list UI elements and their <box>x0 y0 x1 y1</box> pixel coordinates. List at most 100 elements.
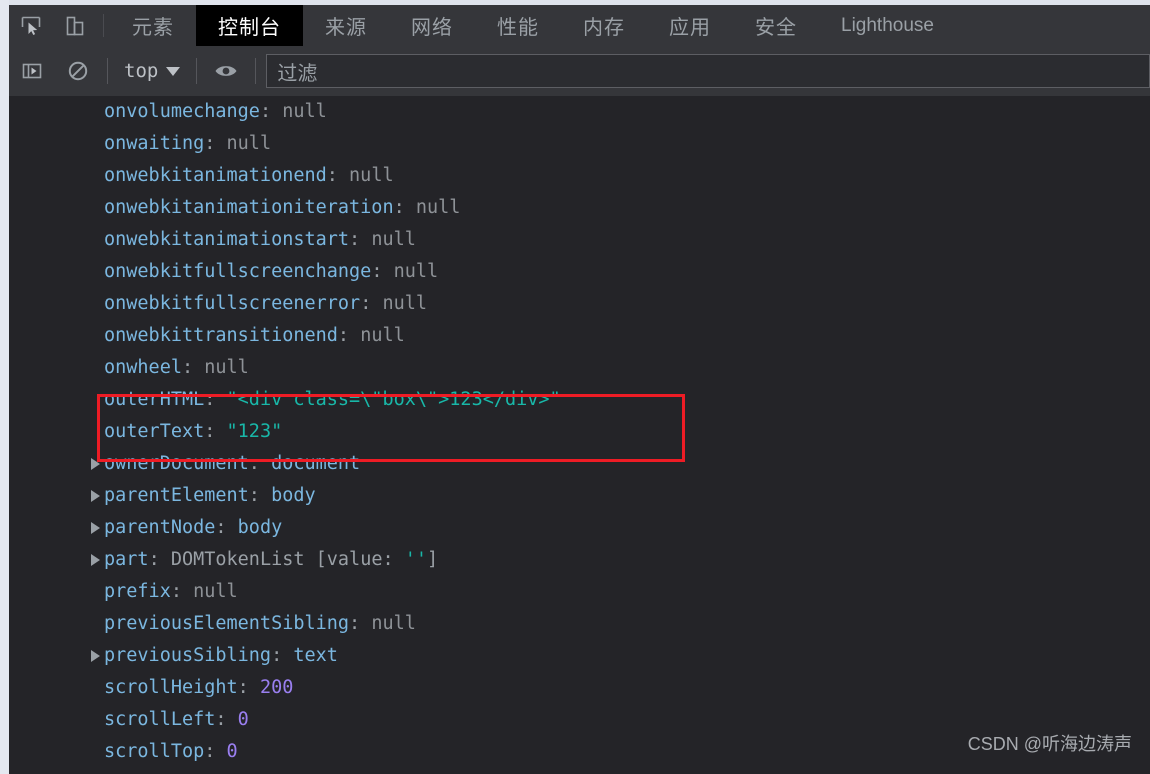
property-value: null <box>349 165 394 186</box>
property-value: null <box>226 133 272 154</box>
toolbar-divider-2 <box>196 58 198 84</box>
property-value: null <box>371 613 416 634</box>
console-sidebar-icon[interactable] <box>9 46 55 96</box>
execution-context-selector[interactable]: top <box>114 60 190 82</box>
property-value: null <box>382 293 428 314</box>
console-property-row[interactable]: ownerDocument: document <box>9 448 1150 480</box>
property-value: body <box>271 485 316 506</box>
property-colon: : <box>215 709 238 730</box>
console-property-row[interactable]: scrollHeight: 200 <box>9 672 1150 704</box>
property-value: null <box>371 229 416 250</box>
live-expression-icon[interactable] <box>203 46 249 96</box>
property-colon: : <box>371 261 394 282</box>
property-value: null <box>360 325 405 346</box>
clear-console-icon[interactable] <box>55 46 101 96</box>
property-colon: : <box>204 389 227 410</box>
tab-elements[interactable]: 元素 <box>110 5 196 46</box>
console-property-row[interactable]: parentElement: body <box>9 480 1150 512</box>
property-colon: : <box>204 741 227 762</box>
property-value: DOMTokenList [value: <box>170 549 405 570</box>
console-property-row[interactable]: outerText: "123" <box>9 416 1150 448</box>
property-colon: : <box>271 645 294 666</box>
console-property-row[interactable]: previousSibling: text <box>9 640 1150 672</box>
property-colon: : <box>337 325 361 346</box>
window-left-edge <box>0 0 9 774</box>
property-key: scrollLeft <box>104 709 216 730</box>
tab-lighthouse[interactable]: Lighthouse <box>819 5 956 46</box>
property-value: 200 <box>259 677 294 698</box>
expand-arrow-icon[interactable] <box>91 480 100 512</box>
console-property-row[interactable]: onwebkitanimationend: null <box>9 160 1150 192</box>
property-value: 0 <box>226 741 238 762</box>
filter-input[interactable]: 过滤 <box>266 54 1150 88</box>
expand-arrow-icon[interactable] <box>91 640 100 672</box>
console-property-row[interactable]: onwebkitanimationstart: null <box>9 224 1150 256</box>
console-property-row[interactable]: parentNode: body <box>9 512 1150 544</box>
property-value: 0 <box>237 709 249 730</box>
console-property-row[interactable]: onwaiting: null <box>9 128 1150 160</box>
expand-arrow-icon[interactable] <box>91 512 100 544</box>
property-colon: : <box>204 133 227 154</box>
tab-sources[interactable]: 来源 <box>303 5 389 46</box>
property-value: ] <box>427 549 439 570</box>
property-key: prefix <box>104 581 171 602</box>
property-key: parentNode <box>104 517 216 538</box>
property-colon: : <box>326 165 350 186</box>
property-colon: : <box>360 293 383 314</box>
property-colon: : <box>170 581 194 602</box>
property-value: text <box>293 645 338 666</box>
console-property-row[interactable]: prefix: null <box>9 576 1150 608</box>
tab-memory[interactable]: 内存 <box>561 5 647 46</box>
property-colon: : <box>148 549 171 570</box>
tab-security[interactable]: 安全 <box>733 5 819 46</box>
tab-performance[interactable]: 性能 <box>475 5 561 46</box>
property-key: previousSibling <box>104 645 272 666</box>
console-output-panel[interactable]: onvolumechange: null onwaiting: null onweb… <box>9 96 1150 774</box>
console-property-row[interactable]: onwebkitfullscreenerror: null <box>9 288 1150 320</box>
property-value: body <box>237 517 283 538</box>
property-colon: : <box>204 421 227 442</box>
toolbar-divider-1 <box>107 58 108 84</box>
devtools-window: 元素 控制台 来源 网络 性能 内存 应用 安全 Lighthouse top <box>0 0 1150 774</box>
property-value: '' <box>404 549 428 570</box>
console-property-row[interactable]: onwebkittransitionend: null <box>9 320 1150 352</box>
property-value: null <box>393 261 439 282</box>
console-property-row[interactable]: part: DOMTokenList [value: ''] <box>9 544 1150 576</box>
property-key: onwebkitanimationstart <box>104 229 350 250</box>
chevron-down-icon <box>166 66 181 76</box>
device-toolbar-icon[interactable] <box>53 5 97 46</box>
console-property-row[interactable]: outerHTML: "<div class=\"box\">123</div>… <box>9 384 1150 416</box>
property-key: onwebkitfullscreenerror <box>104 293 361 314</box>
property-key: scrollTop <box>104 741 205 762</box>
property-colon: : <box>349 229 372 250</box>
tab-console[interactable]: 控制台 <box>196 5 303 46</box>
console-property-row[interactable]: onwebkitfullscreenchange: null <box>9 256 1150 288</box>
property-colon: : <box>181 357 205 378</box>
property-value: null <box>193 581 238 602</box>
console-property-row[interactable]: onwebkitanimationiteration: null <box>9 192 1150 224</box>
property-key: onwebkittransitionend <box>104 325 338 346</box>
inspect-element-icon[interactable] <box>9 5 53 46</box>
console-property-row[interactable]: previousElementSibling: null <box>9 608 1150 640</box>
property-colon: : <box>349 613 372 634</box>
property-key: parentElement <box>104 485 249 506</box>
filter-placeholder: 过滤 <box>277 62 318 85</box>
property-colon: : <box>259 101 283 122</box>
property-colon: : <box>248 485 272 506</box>
property-key: outerHTML <box>104 389 205 410</box>
expand-arrow-icon[interactable] <box>91 448 100 480</box>
console-property-row[interactable]: onwheel: null <box>9 352 1150 384</box>
property-value: document <box>271 453 361 474</box>
property-value: "123" <box>226 421 283 442</box>
console-toolbar: top 过滤 <box>9 46 1150 97</box>
property-colon: : <box>248 453 272 474</box>
property-key: onwebkitfullscreenchange <box>104 261 372 282</box>
property-colon: : <box>215 517 238 538</box>
expand-arrow-icon[interactable] <box>91 544 100 576</box>
tab-network[interactable]: 网络 <box>389 5 475 46</box>
property-key: onwheel <box>104 357 182 378</box>
tabbar-divider <box>103 14 104 37</box>
property-colon: : <box>393 197 416 218</box>
tab-application[interactable]: 应用 <box>647 5 733 46</box>
console-property-row[interactable]: onvolumechange: null <box>9 96 1150 128</box>
